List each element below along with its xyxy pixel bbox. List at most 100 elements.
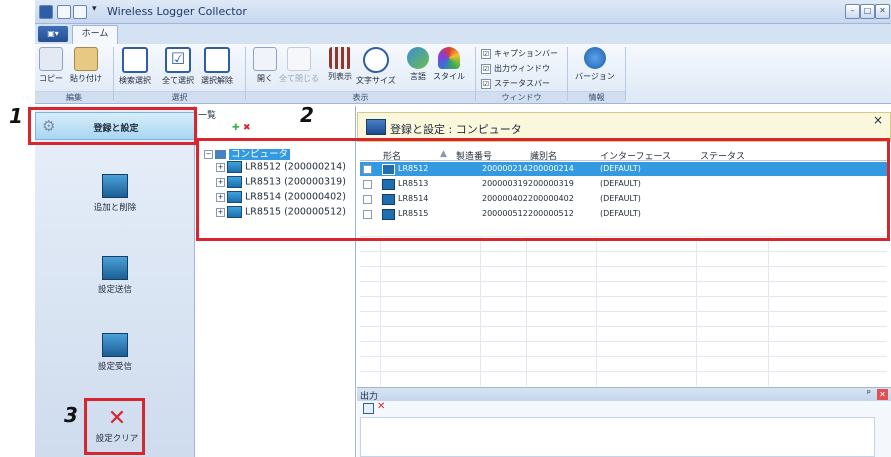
- info-icon: [583, 47, 606, 69]
- style-button[interactable]: スタイル: [433, 47, 465, 82]
- nav-send-settings[interactable]: 設定送信: [35, 256, 195, 295]
- grid-line: [480, 236, 481, 386]
- caption-bar-label: キャプションバー: [494, 49, 558, 58]
- column-display-icon: [329, 47, 351, 69]
- group-select-label: 選択: [114, 91, 245, 103]
- ribbon-separator: [625, 47, 626, 101]
- grid-line: [360, 281, 887, 282]
- minimize-button[interactable]: –: [845, 4, 860, 19]
- nav-add-remove[interactable]: 追加と削除: [35, 174, 195, 213]
- deselect-label: 選択解除: [201, 76, 233, 85]
- window-title: Wireless Logger Collector: [107, 5, 247, 18]
- language-button[interactable]: 言語: [407, 47, 429, 82]
- group-edit-label: 編集: [35, 91, 113, 103]
- grid-line: [360, 341, 887, 342]
- group-window-label: ウィンドウ: [476, 91, 567, 103]
- output-clear-icon[interactable]: ✕: [377, 401, 385, 412]
- output-copy-icon[interactable]: [363, 403, 374, 414]
- output-text-area[interactable]: [360, 417, 875, 457]
- search-select-button[interactable]: 検索選択: [119, 47, 151, 86]
- version-label: バージョン: [575, 72, 615, 81]
- column-display-label: 列表示: [328, 72, 352, 81]
- main-panel-title: 登録と設定 : コンピュータ: [390, 123, 522, 136]
- select-all-button[interactable]: ☑ 全て選択: [162, 47, 194, 86]
- annotation-box-3: [84, 398, 145, 455]
- select-all-label: 全て選択: [162, 76, 194, 85]
- output-window-label: 出力ウィンドウ: [494, 64, 550, 73]
- copy-icon: [39, 47, 63, 71]
- nav-send-label: 設定送信: [97, 285, 132, 295]
- maximize-button[interactable]: □: [860, 4, 875, 19]
- title-bar: ▾ Wireless Logger Collector – □ ✕: [35, 0, 891, 24]
- output-pin-button[interactable]: ᵖ: [867, 389, 871, 399]
- grid-line: [526, 236, 527, 386]
- ribbon-tabs: ▣▾ ホーム: [35, 24, 891, 45]
- add-device-icon: [102, 174, 128, 198]
- deselect-button[interactable]: 選択解除: [201, 47, 233, 86]
- tree-toolbar-add-icon[interactable]: ✚: [232, 123, 240, 133]
- tab-home[interactable]: ホーム: [72, 25, 118, 45]
- version-button[interactable]: バージョン: [575, 47, 615, 82]
- nav-receive-settings[interactable]: 設定受信: [35, 333, 195, 372]
- output-close-button[interactable]: ✕: [877, 389, 888, 400]
- tree-toolbar-remove-icon[interactable]: ✖: [243, 123, 251, 133]
- search-select-icon: [122, 47, 148, 73]
- status-bar-label: ステータスバー: [494, 79, 550, 88]
- caption-bar-checkbox[interactable]: ☑ キャプションバー: [481, 48, 558, 59]
- quick-access-check-icon[interactable]: [57, 5, 71, 19]
- close-all-label: 全て閉じる: [279, 74, 319, 83]
- output-window-checkbox[interactable]: ☑ 出力ウィンドウ: [481, 63, 550, 74]
- quick-access-box-icon[interactable]: [73, 5, 87, 19]
- app-icon: [39, 5, 53, 19]
- file-menu-button[interactable]: ▣▾: [38, 26, 68, 42]
- search-select-label: 検索選択: [119, 76, 151, 85]
- deselect-box-icon: [204, 47, 230, 73]
- main-panel-close-button[interactable]: ×: [873, 113, 883, 127]
- paste-label: 貼り付け: [70, 74, 102, 83]
- grid-line: [380, 236, 381, 386]
- annotation-box-2: [196, 138, 890, 241]
- column-display-button[interactable]: 列表示: [328, 47, 352, 82]
- status-bar-checkbox[interactable]: ☑ ステータスバー: [481, 78, 550, 89]
- zoom-icon: [362, 47, 389, 73]
- language-label: 言語: [410, 72, 426, 81]
- annotation-number-1: 1: [9, 104, 23, 128]
- grid-line: [360, 266, 887, 267]
- close-all-icon: [287, 47, 311, 71]
- nav-receive-label: 設定受信: [97, 362, 132, 372]
- send-settings-icon: [102, 256, 128, 280]
- grid-line: [360, 356, 887, 357]
- font-size-button[interactable]: 文字サイズ: [356, 47, 396, 86]
- grid-line: [696, 236, 697, 386]
- paste-icon: [74, 47, 98, 71]
- quick-access-dropdown-icon[interactable]: ▾: [92, 4, 97, 14]
- style-label: スタイル: [433, 72, 465, 81]
- grid-line: [360, 311, 887, 312]
- paste-button[interactable]: 貼り付け: [70, 47, 102, 84]
- status-bar-check-icon: ☑: [481, 78, 491, 89]
- select-all-check-icon: ☑: [165, 47, 191, 73]
- close-all-button[interactable]: 全て閉じる: [279, 47, 319, 84]
- output-window-check-icon: ☑: [481, 63, 491, 74]
- group-display-label: 表示: [246, 91, 475, 103]
- font-size-label: 文字サイズ: [356, 76, 396, 85]
- ribbon: コピー 貼り付け 検索選択 ☑ 全て選択 選択解除 開く 全て閉じる 列表示 文…: [35, 44, 891, 104]
- open-button[interactable]: 開く: [253, 47, 277, 84]
- open-icon: [253, 47, 277, 71]
- receive-settings-icon: [102, 333, 128, 357]
- tree-panel-title: 一覧: [198, 111, 217, 121]
- group-info-label: 情報: [568, 91, 625, 103]
- close-window-button[interactable]: ✕: [875, 4, 890, 19]
- copy-button[interactable]: コピー: [39, 47, 63, 84]
- copy-label: コピー: [39, 74, 63, 83]
- open-label: 開く: [257, 74, 273, 83]
- grid-line: [360, 326, 887, 327]
- computer-icon: [366, 119, 386, 135]
- nav-add-remove-label: 追加と削除: [93, 203, 137, 213]
- annotation-number-2: 2: [300, 103, 314, 127]
- style-icon: [438, 47, 460, 69]
- grid-line: [360, 296, 887, 297]
- grid-line: [596, 236, 597, 386]
- grid-line: [360, 251, 887, 252]
- caption-bar-check-icon: ☑: [481, 48, 491, 59]
